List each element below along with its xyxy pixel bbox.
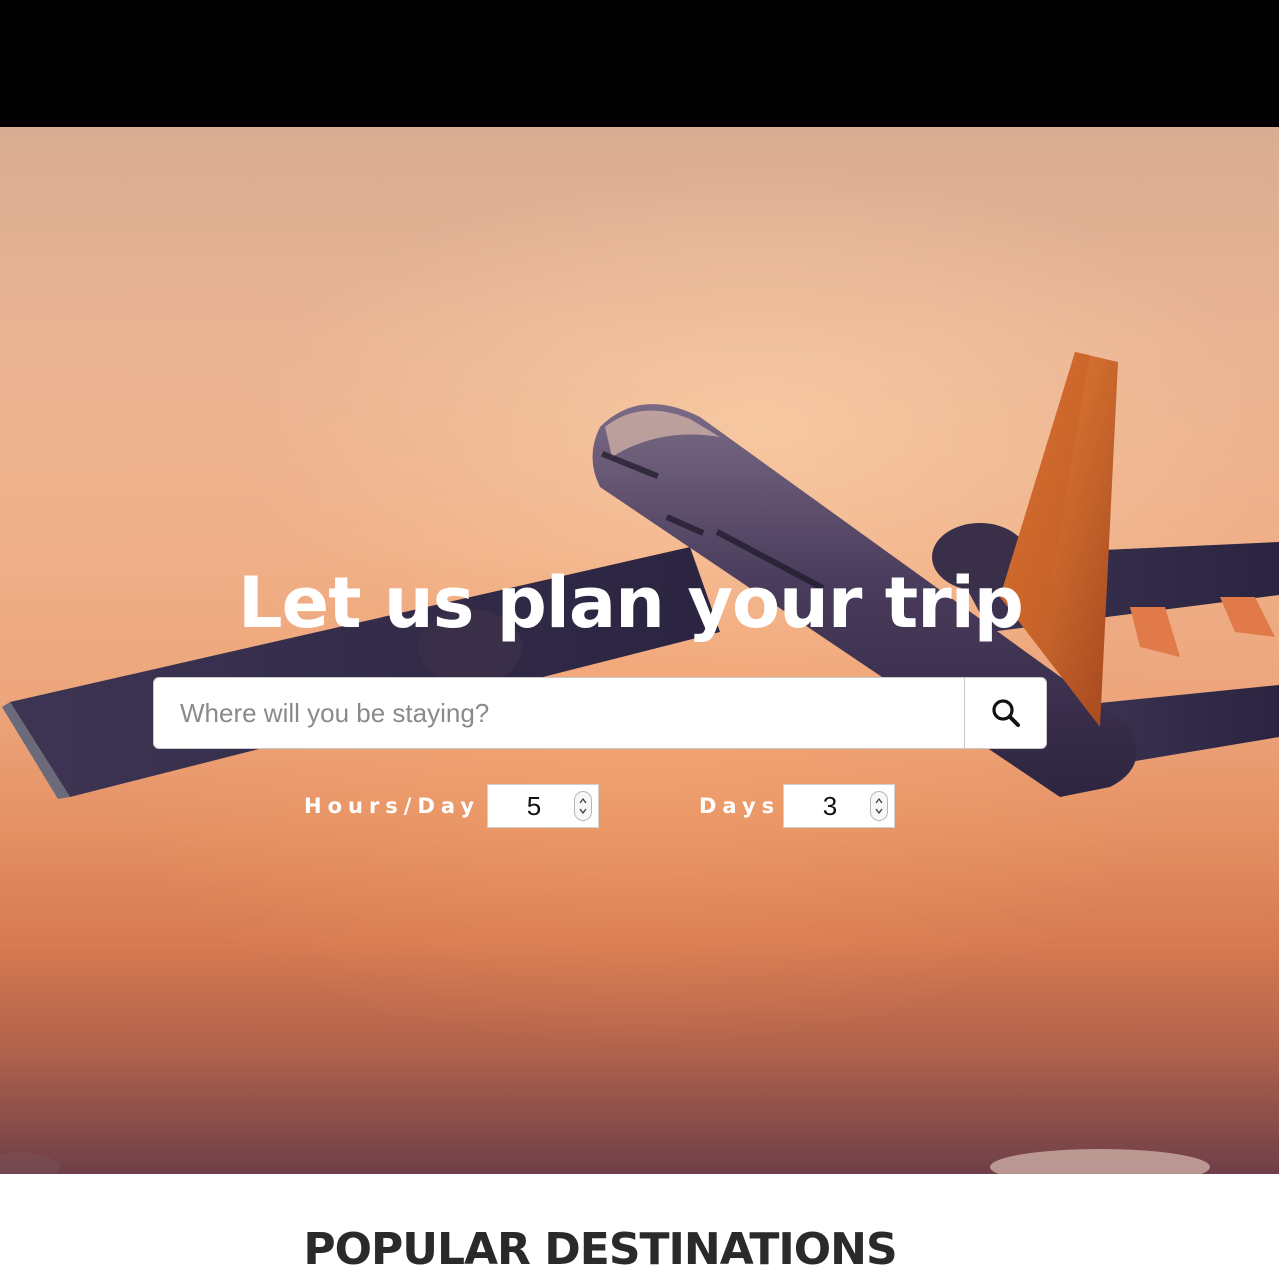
hours-per-day-input[interactable]: 5 [487, 784, 599, 828]
hours-per-day-label: Hours/Day [304, 794, 481, 818]
days-input[interactable]: 3 [783, 784, 895, 828]
search-icon [991, 699, 1020, 727]
stepper-arrows-icon [579, 797, 587, 815]
stepper-arrows-icon [875, 797, 883, 815]
hours-per-day-value[interactable]: 5 [488, 791, 574, 822]
top-bar [0, 0, 1279, 127]
search-bar [153, 677, 1047, 749]
hero-section: Let us plan your trip Hours/Day 5 Days 3 [0, 127, 1279, 1174]
hero-title: Let us plan your trip [238, 562, 1024, 644]
popular-destinations-heading: POPULAR DESTINATIONS [303, 1224, 897, 1275]
destination-search-input[interactable] [154, 678, 964, 748]
hours-per-day-stepper[interactable] [574, 791, 592, 821]
days-value[interactable]: 3 [784, 791, 870, 822]
days-stepper[interactable] [870, 791, 888, 821]
days-label: Days [699, 794, 781, 818]
airplane-background-image [0, 167, 1279, 1174]
search-button[interactable] [964, 678, 1046, 748]
